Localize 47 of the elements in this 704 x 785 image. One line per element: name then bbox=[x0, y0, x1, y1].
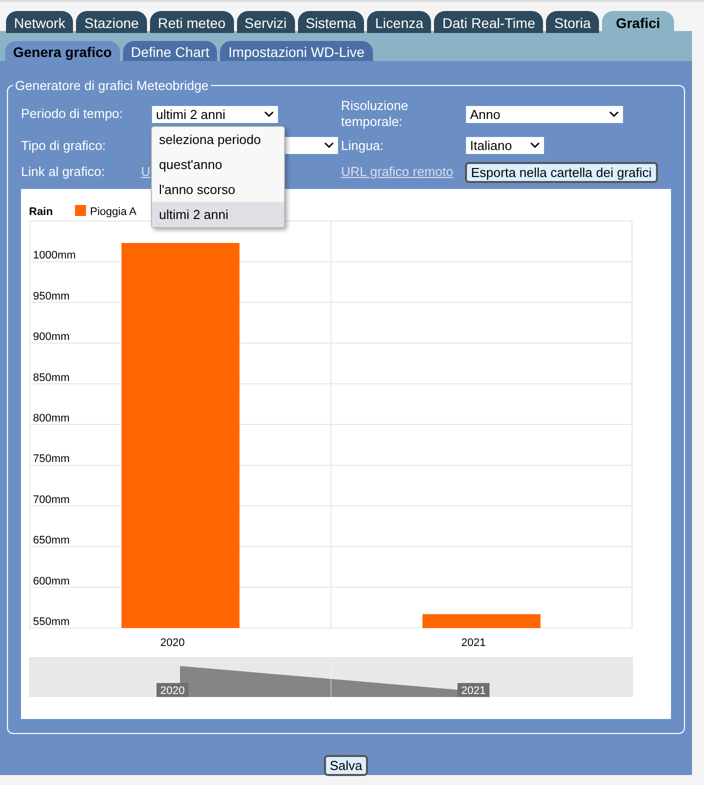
dropdown-option[interactable]: quest'anno bbox=[152, 152, 284, 176]
x-axis-label: 2020 bbox=[160, 636, 185, 648]
nav-tab[interactable]: Servizi bbox=[236, 11, 295, 33]
sub-tab[interactable]: Impostazioni WD-Live bbox=[220, 41, 373, 61]
caret-icon bbox=[530, 142, 540, 150]
navigator-label: 2020 bbox=[160, 684, 185, 696]
dropdown-option[interactable]: l'anno scorso bbox=[152, 176, 284, 202]
field-label: Link al grafico: bbox=[21, 163, 105, 182]
chart-title: Rain bbox=[29, 206, 53, 218]
field-label: Risoluzione temporale: bbox=[341, 98, 410, 130]
nav-tab[interactable]: Storia bbox=[546, 11, 599, 33]
field-label: Lingua: bbox=[341, 137, 384, 155]
field-label: Periodo di tempo: bbox=[21, 105, 123, 124]
dropdown-option[interactable]: ultimi 2 anni bbox=[152, 202, 284, 226]
caret-icon bbox=[264, 110, 274, 118]
nav-tab[interactable]: Grafici bbox=[602, 11, 674, 33]
caret-icon bbox=[609, 110, 619, 118]
caret-icon bbox=[324, 142, 334, 150]
x-axis-label: 2021 bbox=[461, 636, 486, 648]
legend-label[interactable]: Pioggia A bbox=[90, 206, 136, 218]
y-axis-label: 550mm bbox=[33, 616, 70, 628]
y-axis-label: 650mm bbox=[33, 534, 70, 546]
nav-tab[interactable]: Network bbox=[6, 11, 74, 33]
y-axis-label: 800mm bbox=[33, 412, 70, 424]
y-axis-label: 1000mm bbox=[33, 249, 76, 262]
navigator-label: 2021 bbox=[461, 684, 486, 696]
period-select[interactable]: ultimi 2 anni bbox=[152, 106, 278, 122]
fieldset-legend: Generatore di grafici Meteobridge bbox=[13, 79, 211, 92]
field-label: Tipo di grafico: bbox=[21, 137, 106, 155]
y-axis-label: 700mm bbox=[33, 493, 70, 506]
y-axis-label: 600mm bbox=[33, 574, 70, 587]
export-button[interactable]: Esporta nella cartella dei grafici bbox=[465, 162, 658, 182]
y-axis-label: 950mm bbox=[33, 290, 70, 302]
y-axis-label: 900mm bbox=[33, 330, 70, 343]
nav-tab[interactable]: Sistema bbox=[298, 11, 364, 33]
nav-tab[interactable]: Licenza bbox=[367, 11, 432, 33]
nav-tab[interactable]: Dati Real-Time bbox=[434, 11, 544, 33]
save-button[interactable]: Salva bbox=[324, 755, 368, 776]
language-select[interactable]: Italiano bbox=[466, 137, 544, 154]
nav-tab[interactable]: Stazione bbox=[76, 11, 147, 33]
dropdown-option[interactable]: seleziona periodo bbox=[152, 126, 284, 152]
y-axis-label: 850mm bbox=[33, 371, 70, 384]
sub-tab[interactable]: Define Chart bbox=[122, 41, 218, 61]
nav-tab[interactable]: Reti meteo bbox=[150, 11, 234, 33]
sub-tab[interactable]: Genera grafico bbox=[5, 41, 120, 61]
y-axis-label: 750mm bbox=[33, 452, 70, 465]
resolution-select[interactable]: Anno bbox=[466, 106, 623, 122]
